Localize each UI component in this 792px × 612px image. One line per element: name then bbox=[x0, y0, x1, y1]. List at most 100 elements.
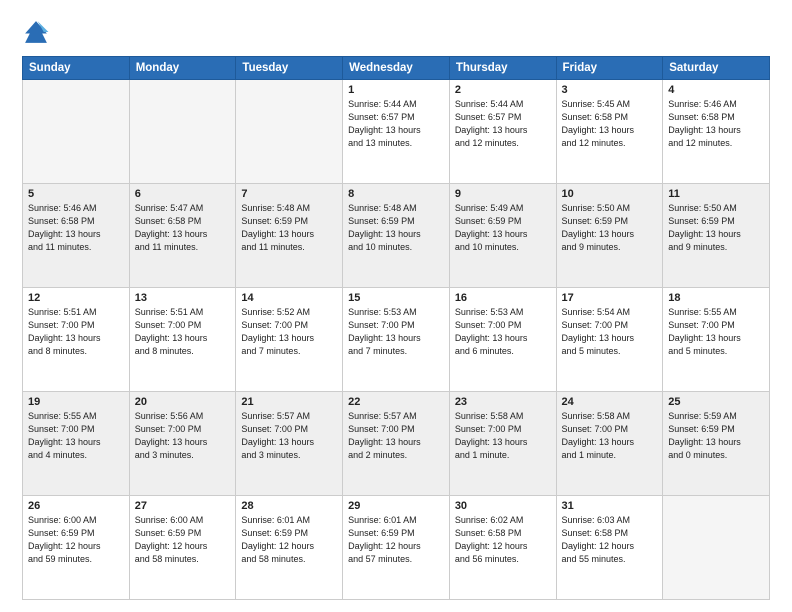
calendar-week-row: 1 Sunrise: 5:44 AM Sunset: 6:57 PM Daylig… bbox=[23, 80, 770, 184]
day-number: 13 bbox=[135, 292, 231, 304]
calendar-week-row: 26Sunrise: 6:00 AM Sunset: 6:59 PM Dayli… bbox=[23, 496, 770, 600]
day-number: 20 bbox=[135, 396, 231, 408]
calendar-cell bbox=[23, 80, 130, 184]
day-number: 23 bbox=[455, 396, 551, 408]
day-number: 31 bbox=[562, 500, 658, 512]
calendar-cell: 30 Sunrise: 6:02 AM Sunset: 6:58 PM Dayli… bbox=[449, 496, 556, 600]
day-number: 1 bbox=[348, 84, 444, 96]
calendar-cell: 17Sunrise: 5:54 AM Sunset: 7:00 PM Dayli… bbox=[556, 288, 663, 392]
day-info: Sunrise: 6:00 AM Sunset: 6:59 PM Dayligh… bbox=[28, 514, 124, 566]
calendar-cell: 18 Sunrise: 5:55 AM Sunset: 7:00 PM Dayli… bbox=[663, 288, 770, 392]
day-number: 14 bbox=[241, 292, 337, 304]
day-number: 8 bbox=[348, 188, 444, 200]
day-number: 25 bbox=[668, 396, 764, 408]
day-info: Sunrise: 6:00 AM Sunset: 6:59 PM Dayligh… bbox=[135, 514, 231, 566]
calendar-cell bbox=[129, 80, 236, 184]
calendar-header-row: SundayMondayTuesdayWednesdayThursdayFrid… bbox=[23, 57, 770, 80]
day-info: Sunrise: 5:51 AM Sunset: 7:00 PM Dayligh… bbox=[135, 306, 231, 358]
calendar-cell: 8 Sunrise: 5:48 AM Sunset: 6:59 PM Daylig… bbox=[343, 184, 450, 288]
calendar-cell: 12Sunrise: 5:51 AM Sunset: 7:00 PM Dayli… bbox=[23, 288, 130, 392]
day-number: 24 bbox=[562, 396, 658, 408]
day-number: 6 bbox=[135, 188, 231, 200]
day-number: 3 bbox=[562, 84, 658, 96]
day-info: Sunrise: 5:56 AM Sunset: 7:00 PM Dayligh… bbox=[135, 410, 231, 462]
calendar-cell: 19 Sunrise: 5:55 AM Sunset: 7:00 PM Dayli… bbox=[23, 392, 130, 496]
day-info: Sunrise: 5:47 AM Sunset: 6:58 PM Dayligh… bbox=[135, 202, 231, 254]
calendar-day-header: Thursday bbox=[449, 57, 556, 80]
calendar-cell: 26Sunrise: 6:00 AM Sunset: 6:59 PM Dayli… bbox=[23, 496, 130, 600]
day-info: Sunrise: 5:53 AM Sunset: 7:00 PM Dayligh… bbox=[455, 306, 551, 358]
day-info: Sunrise: 6:01 AM Sunset: 6:59 PM Dayligh… bbox=[241, 514, 337, 566]
calendar-cell bbox=[236, 80, 343, 184]
calendar-day-header: Wednesday bbox=[343, 57, 450, 80]
day-number: 2 bbox=[455, 84, 551, 96]
day-number: 19 bbox=[28, 396, 124, 408]
calendar-day-header: Tuesday bbox=[236, 57, 343, 80]
day-info: Sunrise: 6:01 AM Sunset: 6:59 PM Dayligh… bbox=[348, 514, 444, 566]
page: SundayMondayTuesdayWednesdayThursdayFrid… bbox=[0, 0, 792, 612]
calendar-day-header: Friday bbox=[556, 57, 663, 80]
calendar-cell: 9 Sunrise: 5:49 AM Sunset: 6:59 PM Daylig… bbox=[449, 184, 556, 288]
day-number: 16 bbox=[455, 292, 551, 304]
day-number: 12 bbox=[28, 292, 124, 304]
calendar-cell: 23 Sunrise: 5:58 AM Sunset: 7:00 PM Dayli… bbox=[449, 392, 556, 496]
calendar-cell: 4Sunrise: 5:46 AM Sunset: 6:58 PM Daylig… bbox=[663, 80, 770, 184]
calendar-cell: 20 Sunrise: 5:56 AM Sunset: 7:00 PM Dayli… bbox=[129, 392, 236, 496]
day-number: 27 bbox=[135, 500, 231, 512]
day-info: Sunrise: 5:44 AM Sunset: 6:57 PM Dayligh… bbox=[348, 98, 444, 150]
day-info: Sunrise: 5:57 AM Sunset: 7:00 PM Dayligh… bbox=[241, 410, 337, 462]
calendar-cell: 28 Sunrise: 6:01 AM Sunset: 6:59 PM Dayli… bbox=[236, 496, 343, 600]
day-info: Sunrise: 5:54 AM Sunset: 7:00 PM Dayligh… bbox=[562, 306, 658, 358]
calendar-cell: 31 Sunrise: 6:03 AM Sunset: 6:58 PM Dayli… bbox=[556, 496, 663, 600]
day-info: Sunrise: 5:53 AM Sunset: 7:00 PM Dayligh… bbox=[348, 306, 444, 358]
day-number: 18 bbox=[668, 292, 764, 304]
day-number: 9 bbox=[455, 188, 551, 200]
day-info: Sunrise: 5:49 AM Sunset: 6:59 PM Dayligh… bbox=[455, 202, 551, 254]
calendar-cell: 25 Sunrise: 5:59 AM Sunset: 6:59 PM Dayli… bbox=[663, 392, 770, 496]
day-number: 28 bbox=[241, 500, 337, 512]
day-info: Sunrise: 5:52 AM Sunset: 7:00 PM Dayligh… bbox=[241, 306, 337, 358]
day-info: Sunrise: 5:58 AM Sunset: 7:00 PM Dayligh… bbox=[562, 410, 658, 462]
calendar-cell: 14 Sunrise: 5:52 AM Sunset: 7:00 PM Dayli… bbox=[236, 288, 343, 392]
day-number: 30 bbox=[455, 500, 551, 512]
logo-icon bbox=[22, 18, 50, 46]
calendar-week-row: 5Sunrise: 5:46 AM Sunset: 6:58 PM Daylig… bbox=[23, 184, 770, 288]
day-number: 10 bbox=[562, 188, 658, 200]
logo bbox=[22, 18, 54, 46]
calendar-cell: 13 Sunrise: 5:51 AM Sunset: 7:00 PM Dayli… bbox=[129, 288, 236, 392]
calendar-cell: 27 Sunrise: 6:00 AM Sunset: 6:59 PM Dayli… bbox=[129, 496, 236, 600]
day-info: Sunrise: 5:50 AM Sunset: 6:59 PM Dayligh… bbox=[562, 202, 658, 254]
day-info: Sunrise: 5:58 AM Sunset: 7:00 PM Dayligh… bbox=[455, 410, 551, 462]
day-info: Sunrise: 5:44 AM Sunset: 6:57 PM Dayligh… bbox=[455, 98, 551, 150]
day-info: Sunrise: 6:02 AM Sunset: 6:58 PM Dayligh… bbox=[455, 514, 551, 566]
day-info: Sunrise: 5:57 AM Sunset: 7:00 PM Dayligh… bbox=[348, 410, 444, 462]
day-info: Sunrise: 5:55 AM Sunset: 7:00 PM Dayligh… bbox=[668, 306, 764, 358]
calendar-cell bbox=[663, 496, 770, 600]
calendar-week-row: 19 Sunrise: 5:55 AM Sunset: 7:00 PM Dayli… bbox=[23, 392, 770, 496]
calendar-cell: 5Sunrise: 5:46 AM Sunset: 6:58 PM Daylig… bbox=[23, 184, 130, 288]
day-number: 7 bbox=[241, 188, 337, 200]
calendar-day-header: Saturday bbox=[663, 57, 770, 80]
day-info: Sunrise: 6:03 AM Sunset: 6:58 PM Dayligh… bbox=[562, 514, 658, 566]
day-number: 11 bbox=[668, 188, 764, 200]
calendar-cell: 10 Sunrise: 5:50 AM Sunset: 6:59 PM Dayli… bbox=[556, 184, 663, 288]
calendar-cell: 29 Sunrise: 6:01 AM Sunset: 6:59 PM Dayli… bbox=[343, 496, 450, 600]
calendar-cell: 3Sunrise: 5:45 AM Sunset: 6:58 PM Daylig… bbox=[556, 80, 663, 184]
calendar-cell: 15 Sunrise: 5:53 AM Sunset: 7:00 PM Dayli… bbox=[343, 288, 450, 392]
day-number: 29 bbox=[348, 500, 444, 512]
calendar-day-header: Sunday bbox=[23, 57, 130, 80]
calendar-cell: 21 Sunrise: 5:57 AM Sunset: 7:00 PM Dayli… bbox=[236, 392, 343, 496]
day-info: Sunrise: 5:46 AM Sunset: 6:58 PM Dayligh… bbox=[668, 98, 764, 150]
day-info: Sunrise: 5:59 AM Sunset: 6:59 PM Dayligh… bbox=[668, 410, 764, 462]
day-info: Sunrise: 5:48 AM Sunset: 6:59 PM Dayligh… bbox=[241, 202, 337, 254]
day-info: Sunrise: 5:46 AM Sunset: 6:58 PM Dayligh… bbox=[28, 202, 124, 254]
calendar-cell: 2 Sunrise: 5:44 AM Sunset: 6:57 PM Daylig… bbox=[449, 80, 556, 184]
calendar-day-header: Monday bbox=[129, 57, 236, 80]
calendar-cell: 24 Sunrise: 5:58 AM Sunset: 7:00 PM Dayli… bbox=[556, 392, 663, 496]
calendar-cell: 7 Sunrise: 5:48 AM Sunset: 6:59 PM Daylig… bbox=[236, 184, 343, 288]
day-number: 15 bbox=[348, 292, 444, 304]
calendar-cell: 11Sunrise: 5:50 AM Sunset: 6:59 PM Dayli… bbox=[663, 184, 770, 288]
day-number: 21 bbox=[241, 396, 337, 408]
day-info: Sunrise: 5:55 AM Sunset: 7:00 PM Dayligh… bbox=[28, 410, 124, 462]
day-info: Sunrise: 5:48 AM Sunset: 6:59 PM Dayligh… bbox=[348, 202, 444, 254]
